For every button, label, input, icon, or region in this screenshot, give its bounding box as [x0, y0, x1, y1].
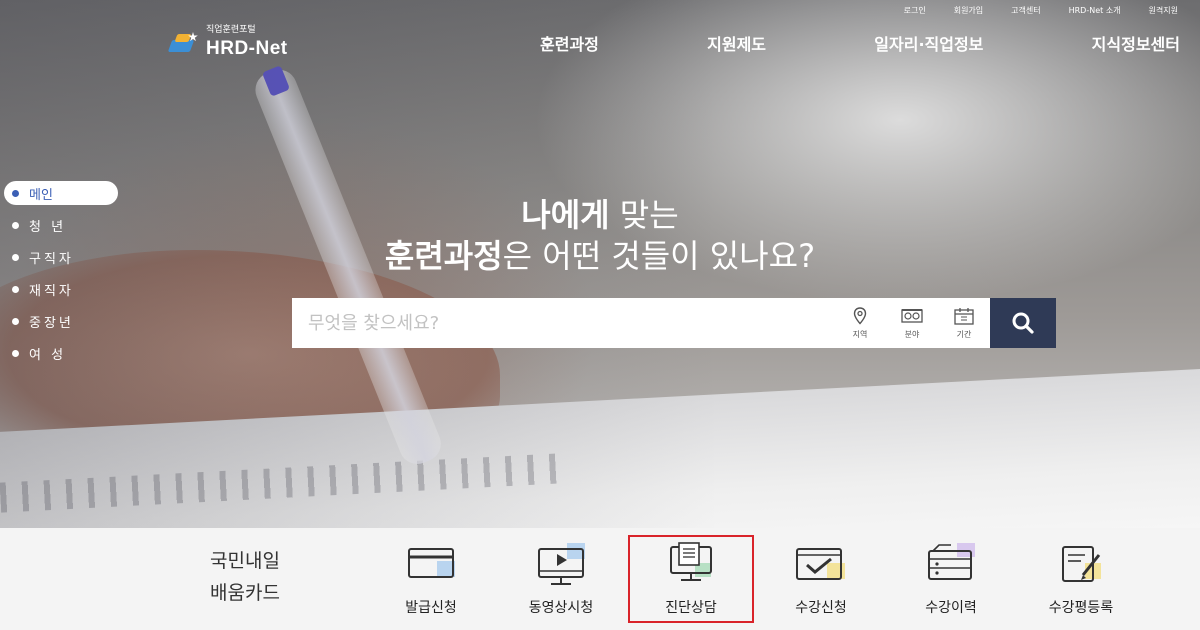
review-edit-icon: [1051, 541, 1111, 589]
headline-line-2: 훈련과정은 어떤 것들이 있나요?: [0, 231, 1200, 277]
search-icon: [1012, 312, 1034, 334]
headline-text-1: 맞는: [609, 196, 679, 234]
main-navigation: 훈련과정 지원제도 일자리·직업정보 지식정보센터: [540, 31, 1180, 55]
nav-jobs[interactable]: 일자리·직업정보: [874, 31, 983, 55]
quick-menu-label: 동영상시청: [528, 600, 594, 616]
filter-label: 지역: [852, 330, 868, 339]
quick-menu-video[interactable]: 동영상시청: [496, 533, 626, 625]
headline-bold-1: 나에게: [521, 196, 610, 234]
side-item-employee[interactable]: 재직자: [4, 277, 118, 301]
quick-menu-consult[interactable]: 진단상담: [626, 533, 756, 625]
util-link-remote[interactable]: 원격지원: [1149, 5, 1178, 16]
nav-knowledge[interactable]: 지식정보센터: [1092, 31, 1180, 55]
bullet-icon: [12, 349, 19, 357]
side-item-label: 중장년: [29, 315, 74, 331]
nav-support[interactable]: 지원제도: [707, 31, 766, 55]
search-bar: 지역 분야 기간: [292, 298, 1056, 348]
headline-bold-2: 훈련과정: [384, 237, 503, 275]
category-icon: [901, 306, 923, 326]
quick-menu-label: 수강평등록: [1048, 600, 1114, 616]
card-title-line-1: 국민내일: [210, 550, 280, 572]
side-item-women[interactable]: 여 성: [4, 341, 118, 365]
utility-links: 로그인 회원가입 고객센터 HRD-Net 소개 원격지원: [904, 5, 1178, 16]
quick-menu-enroll[interactable]: 수강신청: [756, 533, 886, 625]
search-input[interactable]: [292, 298, 834, 348]
location-pin-icon: [849, 306, 871, 326]
nav-training[interactable]: 훈련과정: [540, 31, 599, 55]
filter-field[interactable]: 분야: [886, 298, 938, 348]
quick-menu-issue[interactable]: 발급신청: [366, 533, 496, 625]
util-link-about[interactable]: HRD-Net 소개: [1069, 5, 1121, 16]
bullet-icon: [12, 317, 19, 325]
consult-monitor-icon: [661, 541, 721, 589]
quick-menu: 발급신청 동영상시청 진단상담 수강신청 수강이력 수강평등록: [366, 533, 1146, 625]
quick-menu-label: 발급신청: [405, 600, 457, 616]
logo-name: HRD-Net: [206, 38, 288, 59]
side-item-label: 재직자: [29, 283, 74, 299]
card-title-line-2: 배움카드: [210, 582, 280, 604]
filter-region[interactable]: 지역: [834, 298, 886, 348]
quick-menu-review[interactable]: 수강평등록: [1016, 533, 1146, 625]
side-item-label: 여 성: [29, 347, 67, 363]
checkbox-icon: [791, 541, 851, 589]
history-folder-icon: [921, 541, 981, 589]
headline-line-1: 나에게 맞는: [0, 190, 1200, 236]
card-icon: [401, 541, 461, 589]
util-link-signup[interactable]: 회원가입: [954, 5, 983, 16]
util-link-support[interactable]: 고객센터: [1011, 5, 1040, 16]
search-button[interactable]: [990, 298, 1056, 348]
quick-menu-label: 수강신청: [795, 600, 847, 616]
video-monitor-icon: [531, 541, 591, 589]
filter-label: 분야: [904, 330, 920, 339]
logo-tagline: 직업훈련포털: [206, 25, 256, 35]
site-logo[interactable]: 직업훈련포털 HRD-Net: [167, 25, 288, 60]
filter-label: 기간: [956, 330, 972, 339]
headline-text-2: 은 어떤 것들이 있나요?: [502, 237, 816, 275]
bullet-icon: [12, 285, 19, 293]
util-link-login[interactable]: 로그인: [904, 5, 926, 16]
logo-mark-icon: [167, 32, 200, 54]
quick-menu-label: 수강이력: [925, 600, 977, 616]
filter-period[interactable]: 기간: [938, 298, 990, 348]
quick-menu-history[interactable]: 수강이력: [886, 533, 1016, 625]
card-title: 국민내일 배움카드: [210, 545, 280, 609]
quick-menu-label: 진단상담: [665, 600, 717, 616]
side-item-middle-aged[interactable]: 중장년: [4, 309, 118, 333]
calendar-icon: [953, 306, 975, 326]
